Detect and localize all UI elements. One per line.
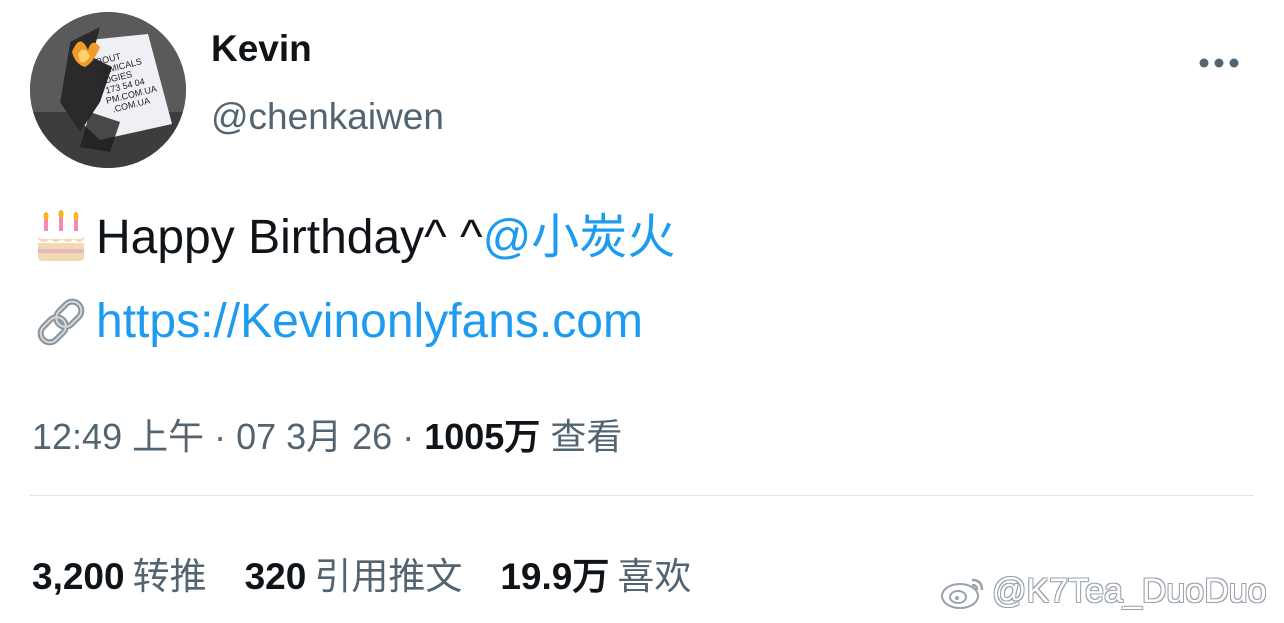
quotes-count: 320 — [244, 556, 307, 597]
tweet-meta: 12:49 上午 · 07 3月 26 · 1005万 查看 — [32, 408, 622, 460]
divider — [30, 495, 1254, 496]
views-label: 查看 — [540, 416, 623, 457]
handle[interactable]: @chenkaiwen — [211, 96, 444, 138]
tweet-date[interactable]: 07 3月 26 — [236, 416, 392, 457]
likes-label: 喜欢 — [617, 556, 692, 597]
url-link[interactable]: https://Kevinonlyfans.com — [96, 292, 643, 352]
views-count: 1005万 — [424, 416, 541, 457]
engagement-stats: 3,200 转推 320 引用推文 19.9万 喜欢 — [32, 546, 729, 600]
birthday-cake-icon — [38, 210, 84, 261]
retweets-label: 转推 — [132, 556, 207, 597]
tweet-text: Happy Birthday^ ^ — [96, 211, 483, 264]
weibo-icon — [941, 578, 984, 609]
quotes-label: 引用推文 — [314, 556, 463, 597]
watermark-text: @K7Tea_DuoDuo — [992, 572, 1267, 610]
tweet-line-2: https://Kevinonlyfans.com — [32, 292, 643, 352]
burning-paper-avatar: BOUT HEMICALS LOGIES 173 54 04 PM.COM.UA… — [30, 12, 186, 168]
meta-separator: · — [392, 416, 425, 457]
quotes-stat[interactable]: 320 引用推文 — [245, 546, 463, 600]
link-icon — [37, 298, 85, 346]
more-button[interactable] — [1194, 45, 1244, 81]
tweet-line-1: Happy Birthday^ ^ @小炭火 — [32, 208, 675, 268]
display-name[interactable]: Kevin — [211, 28, 312, 70]
watermark: @K7Tea_DuoDuo — [940, 572, 1267, 611]
likes-stat[interactable]: 19.9万 喜欢 — [500, 546, 691, 600]
mention-link[interactable]: @小炭火 — [483, 208, 676, 268]
retweets-stat[interactable]: 3,200 转推 — [32, 546, 207, 600]
meta-separator: · — [204, 416, 237, 457]
avatar[interactable]: BOUT HEMICALS LOGIES 173 54 04 PM.COM.UA… — [30, 12, 186, 168]
likes-count: 19.9万 — [500, 556, 610, 597]
tweet-time[interactable]: 12:49 上午 — [32, 416, 204, 457]
retweets-count: 3,200 — [32, 556, 125, 597]
more-horizontal-icon — [1199, 58, 1239, 68]
